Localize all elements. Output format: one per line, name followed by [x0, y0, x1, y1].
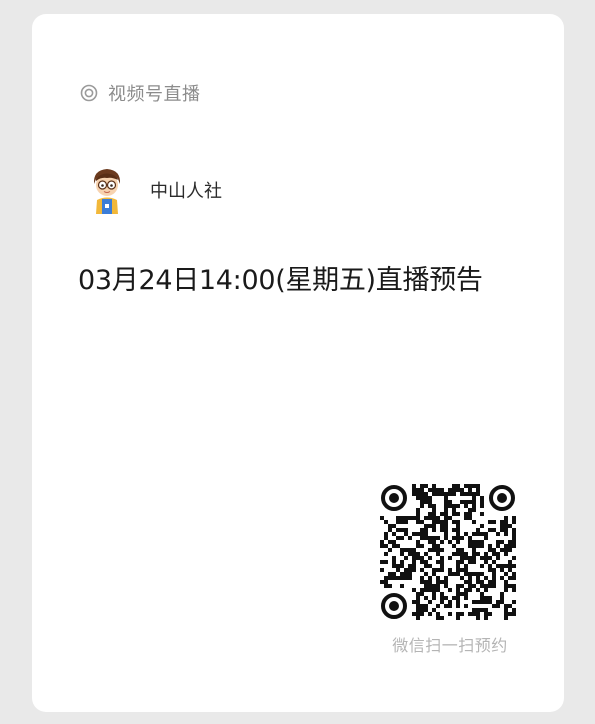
live-preview-card: 视频号直播 中山人社 03月24日14:00(星期五)直播预告 微信扫一扫预约 [32, 14, 564, 712]
account-name: 中山人社 [150, 181, 222, 202]
qr-finder-mark [489, 485, 515, 511]
avatar [93, 169, 121, 214]
qr-code[interactable] [380, 484, 516, 620]
qr-caption: 微信扫一扫预约 [392, 636, 508, 655]
live-title: 03月24日14:00(星期五)直播预告 [78, 265, 483, 296]
live-broadcast-icon [80, 84, 98, 102]
qr-finder-mark [381, 485, 407, 511]
account-row[interactable]: 中山人社 [88, 166, 222, 214]
header-label: 视频号直播 [108, 84, 201, 105]
qr-finder-mark [381, 593, 407, 619]
card-header: 视频号直播 [80, 80, 201, 106]
